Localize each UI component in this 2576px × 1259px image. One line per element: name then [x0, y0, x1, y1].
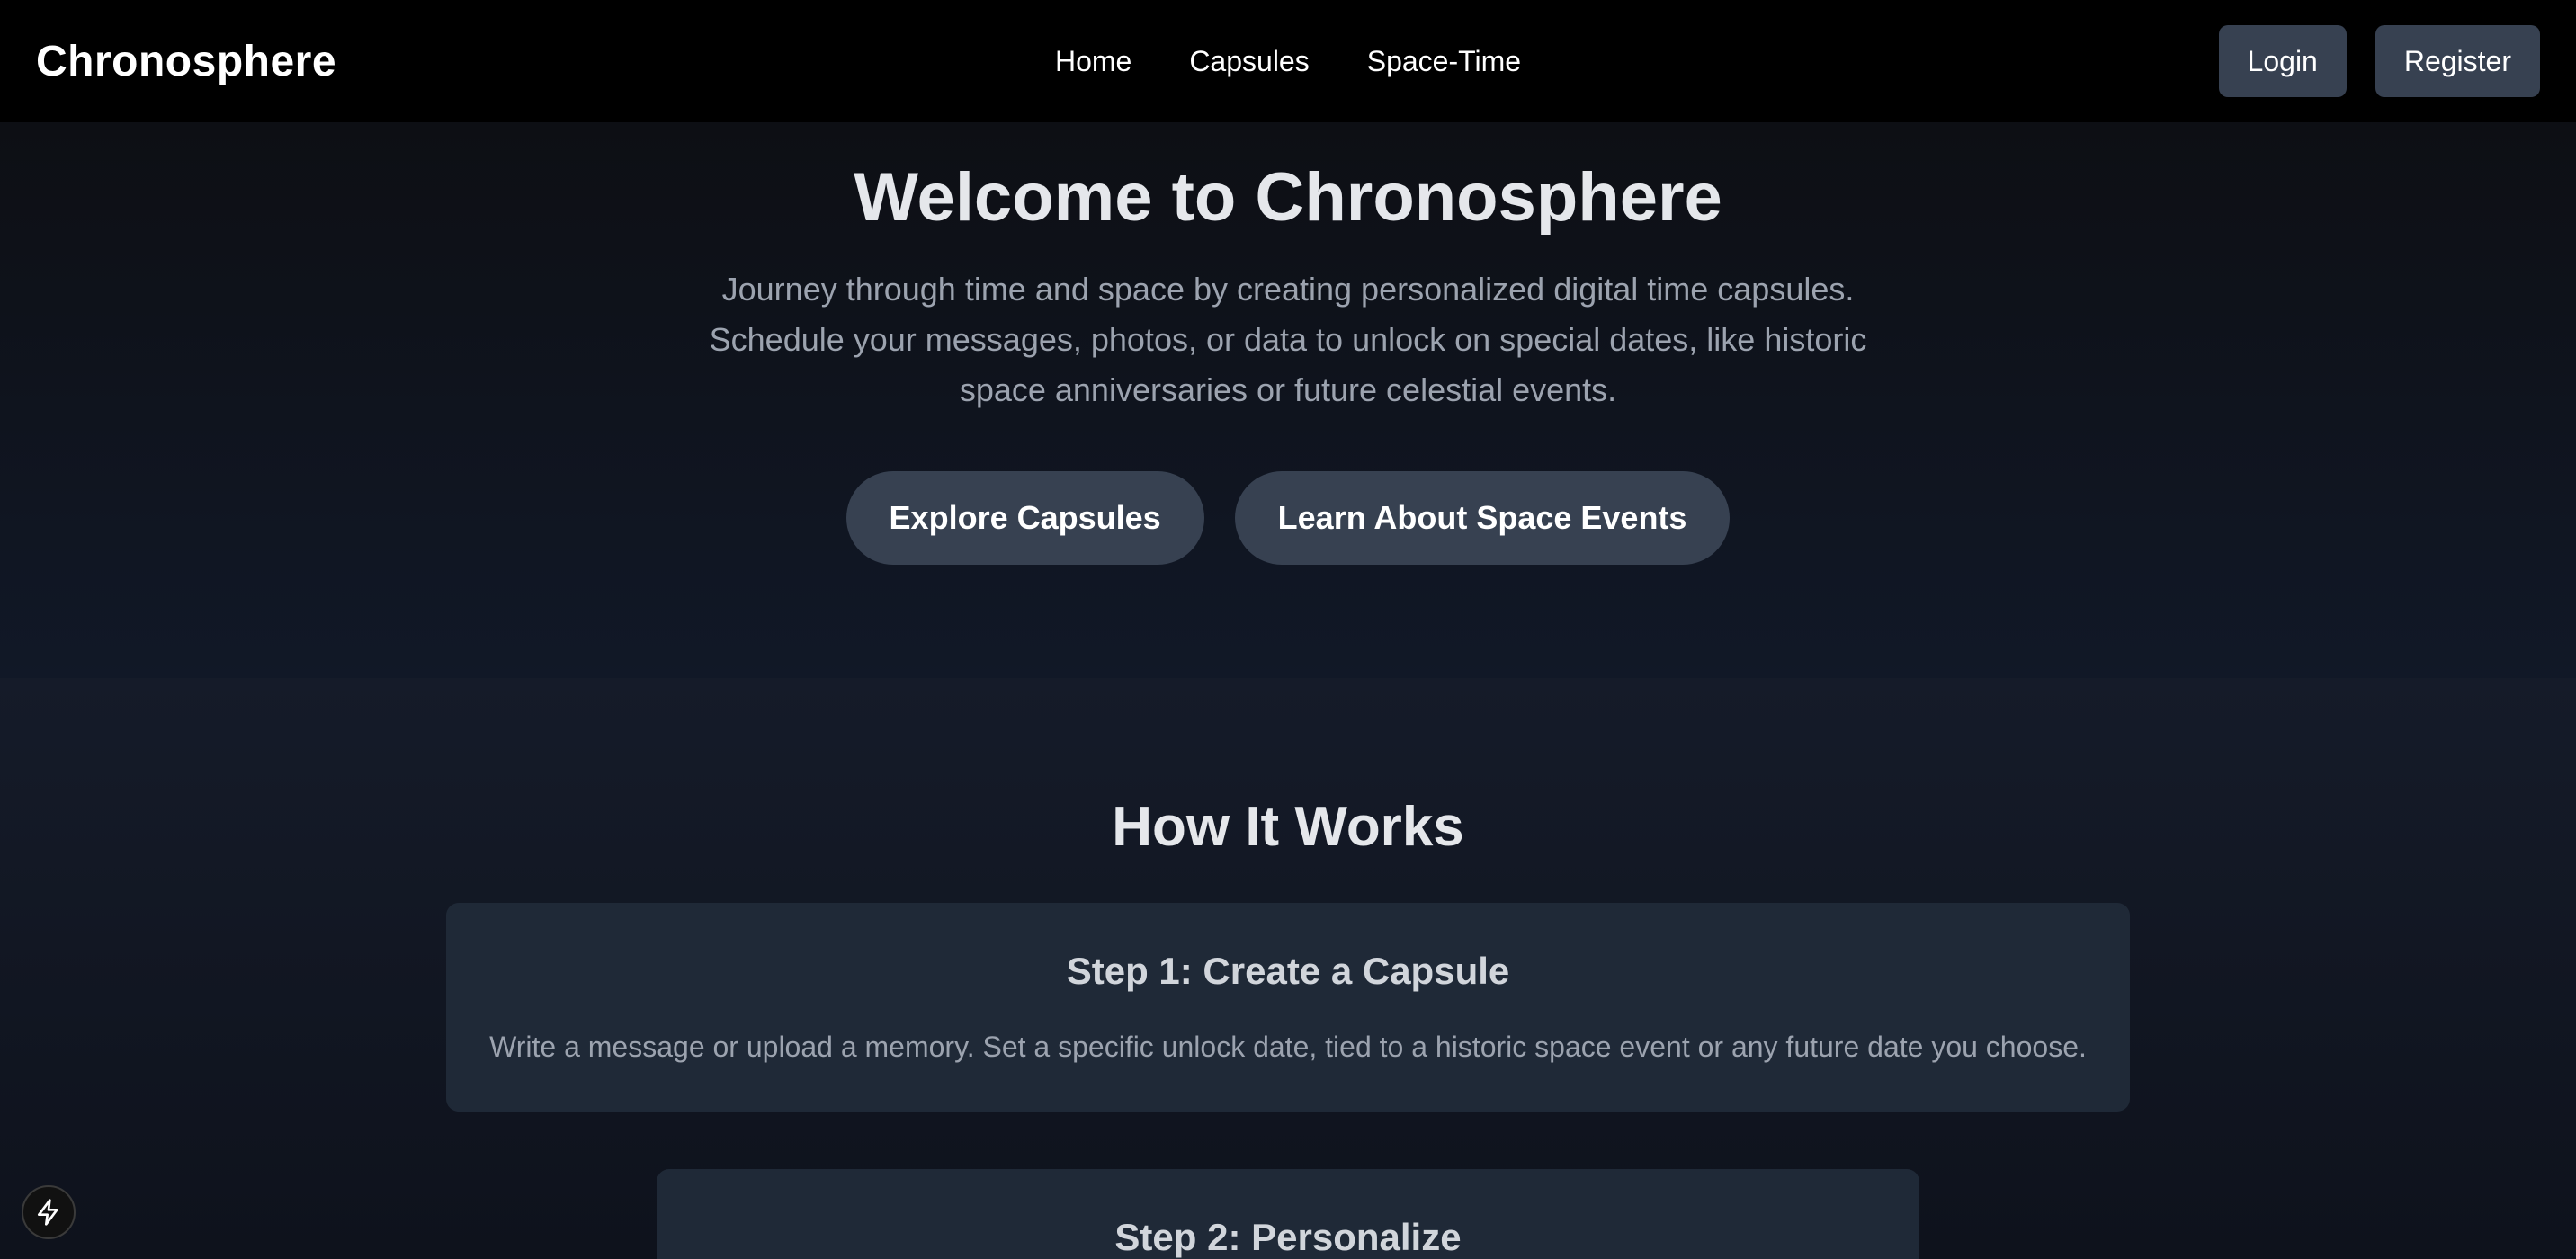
step-card: Step 2: Personalize	[657, 1169, 1919, 1259]
step-title: Step 2: Personalize	[1114, 1216, 1462, 1258]
brand-logo[interactable]: Chronosphere	[36, 37, 336, 86]
explore-capsules-button[interactable]: Explore Capsules	[845, 471, 1204, 565]
learn-space-events-button[interactable]: Learn About Space Events	[1234, 471, 1731, 565]
hero-buttons: Explore Capsules Learn About Space Event…	[0, 471, 2576, 565]
step-card: Step 1: Create a Capsule Write a message…	[446, 903, 2130, 1112]
hero-title: Welcome to Chronosphere	[854, 159, 1722, 236]
page: Chronosphere Home Capsules Space-Time Lo…	[0, 0, 2576, 1259]
auth-buttons: Login Register	[2218, 25, 2540, 97]
step-title: Step 1: Create a Capsule	[1066, 950, 1510, 992]
nav-home[interactable]: Home	[1055, 45, 1131, 78]
main-nav: Home Capsules Space-Time	[1055, 0, 1521, 122]
nav-space-time[interactable]: Space-Time	[1367, 45, 1521, 78]
hero-description: Journey through time and space by creati…	[709, 271, 1867, 408]
how-it-works-section: How It Works Step 1: Create a Capsule Wr…	[0, 678, 2576, 1259]
hero-section: Welcome to Chronosphere Journey through …	[0, 122, 2576, 678]
login-button[interactable]: Login	[2218, 25, 2347, 97]
lightning-bolt-icon[interactable]	[22, 1185, 76, 1239]
step-description: Write a message or upload a memory. Set …	[489, 1031, 2087, 1063]
section-title: How It Works	[1112, 796, 1464, 858]
site-header: Chronosphere Home Capsules Space-Time Lo…	[0, 0, 2576, 122]
register-button[interactable]: Register	[2375, 25, 2540, 97]
nav-capsules[interactable]: Capsules	[1189, 45, 1309, 78]
